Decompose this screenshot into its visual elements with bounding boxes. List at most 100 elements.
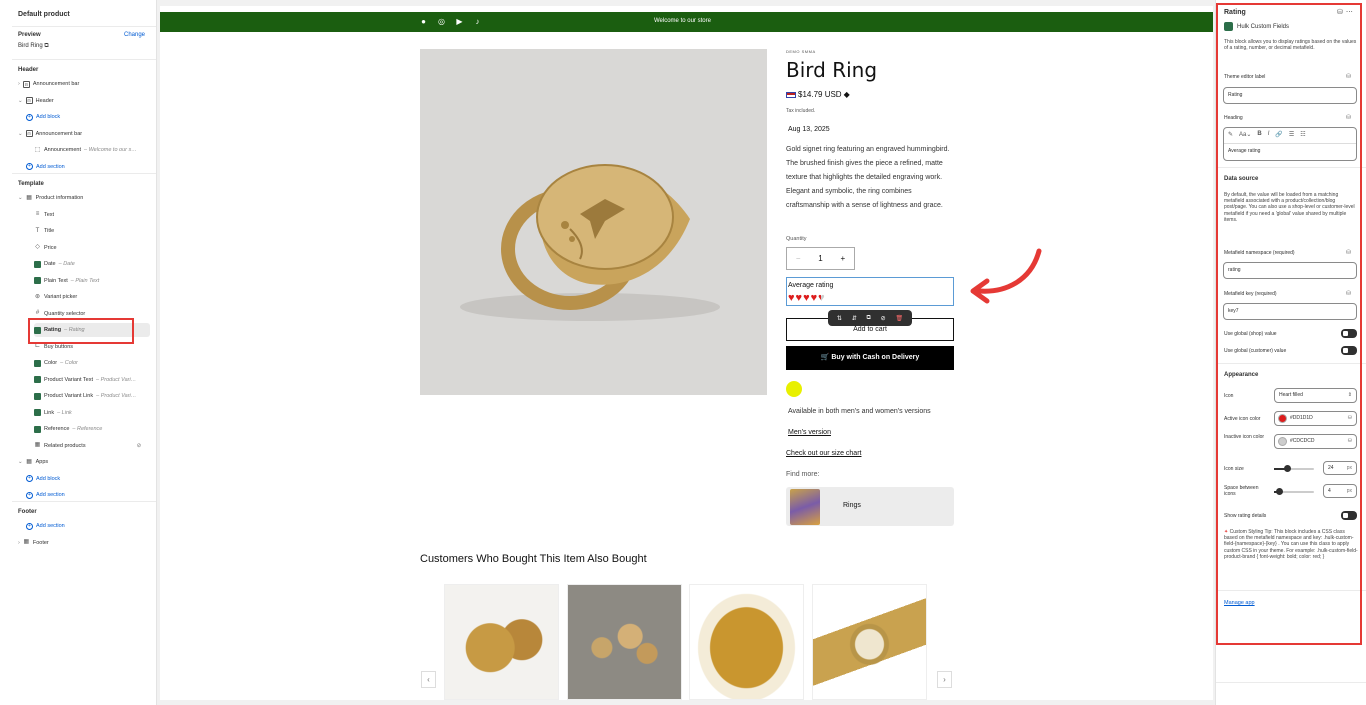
find-more-card[interactable]: Rings xyxy=(786,487,954,526)
tree-item[interactable]: Plain Text – Plain Text xyxy=(34,274,99,288)
increase-quantity-button[interactable]: + xyxy=(840,254,845,263)
external-link-icon[interactable]: ⧉ xyxy=(44,43,48,49)
active-color-input[interactable]: #DD1D1D ⛁ xyxy=(1274,411,1357,426)
space-input[interactable]: 4 px xyxy=(1323,484,1357,498)
editor-label-input[interactable]: Rating xyxy=(1223,87,1357,104)
show-details-toggle[interactable] xyxy=(1341,511,1357,520)
add-item-button[interactable]: + Add section xyxy=(26,519,65,533)
tree-item[interactable]: Reference – Reference xyxy=(34,422,102,436)
tree-item[interactable]: ≡ Text xyxy=(34,208,54,222)
dynamic-source-icon[interactable]: ⛁ xyxy=(1348,435,1352,448)
tree-item[interactable]: ◇ Price xyxy=(34,241,56,255)
size-chart-link[interactable]: Check out our size chart xyxy=(786,450,861,457)
ai-icon[interactable]: ✎ xyxy=(1228,131,1233,138)
chevron-down-icon[interactable]: ⌄ xyxy=(18,131,23,137)
move-down-icon[interactable]: ⇵ xyxy=(852,315,857,322)
inactive-color-swatch[interactable] xyxy=(1278,437,1287,446)
numbered-list-icon[interactable]: ☷ xyxy=(1300,131,1305,138)
hide-icon[interactable]: ⊘ xyxy=(881,315,886,322)
carousel-next-button[interactable]: › xyxy=(937,671,952,688)
tree-item[interactable]: ⌄ ⊟ Announcement bar xyxy=(18,127,82,141)
related-product-card[interactable] xyxy=(812,584,927,700)
slider-handle[interactable] xyxy=(1276,488,1283,495)
product-image[interactable] xyxy=(420,49,767,395)
chevron-right-icon[interactable]: › xyxy=(18,81,20,87)
carousel-prev-button[interactable]: ‹ xyxy=(421,671,436,688)
global-customer-toggle[interactable] xyxy=(1341,346,1357,355)
change-preview-link[interactable]: Change xyxy=(124,32,145,38)
chevron-down-icon[interactable]: ⌄ xyxy=(18,98,23,104)
move-up-icon[interactable]: ⇅ xyxy=(837,315,842,322)
tree-item[interactable]: ⊛ Variant picker xyxy=(34,290,77,304)
currency-dropdown-icon[interactable]: ◆ xyxy=(844,90,850,99)
mens-version-link[interactable]: Men's version xyxy=(788,429,831,436)
global-shop-toggle[interactable] xyxy=(1341,329,1357,338)
tree-item[interactable]: Color – Color xyxy=(34,356,78,370)
add-item-button[interactable]: + Add section xyxy=(26,488,65,502)
eye-slash-icon[interactable]: ⊘ xyxy=(137,443,142,449)
tree-item[interactable]: Product Variant Text – Product Vari… xyxy=(34,373,136,387)
icon-size-slider[interactable] xyxy=(1274,465,1314,472)
quantity-stepper: − 1 + xyxy=(786,247,855,270)
add-item-button[interactable]: + Add section xyxy=(26,160,65,174)
active-color-swatch[interactable] xyxy=(1278,414,1287,423)
instagram-icon[interactable]: ◎ xyxy=(437,17,446,26)
announcement-text[interactable]: Welcome to our store xyxy=(654,18,711,24)
icon-select[interactable]: Heart filled ⇕ xyxy=(1274,388,1357,403)
buy-cod-button[interactable]: 🛒 Buy with Cash on Delivery xyxy=(786,346,954,370)
chevron-down-icon[interactable]: ⌄ xyxy=(18,195,23,201)
delete-icon[interactable]: 🗑 xyxy=(895,315,903,322)
tree-item[interactable]: › ▦ Footer xyxy=(18,536,49,550)
dynamic-source-icon[interactable]: ⛁ xyxy=(1348,412,1352,425)
tree-item[interactable]: T Title xyxy=(34,224,55,238)
duplicate-icon[interactable]: ⧉ xyxy=(867,315,871,322)
tiktok-icon[interactable]: ♪ xyxy=(473,17,482,26)
more-icon[interactable]: ⋯ xyxy=(1346,8,1353,16)
tree-item[interactable]: ⌄ ▦ Apps xyxy=(18,455,48,469)
page-template-title[interactable]: Default product xyxy=(18,11,70,18)
space-slider[interactable] xyxy=(1274,488,1314,495)
related-product-card[interactable] xyxy=(567,584,682,700)
font-size-icon[interactable]: Aa⌄ xyxy=(1239,131,1251,138)
bullet-list-icon[interactable]: ☰ xyxy=(1289,131,1294,138)
italic-icon[interactable]: I xyxy=(1268,131,1270,138)
inactive-color-input[interactable]: #CDCDCD ⛁ xyxy=(1274,434,1357,449)
rating-block[interactable]: Average rating ♥ ♥ ♥ ♥ ♥ xyxy=(786,277,954,306)
heading-value[interactable]: Average rating xyxy=(1228,148,1260,154)
link-icon[interactable]: 🔗 xyxy=(1275,131,1282,138)
related-product-card[interactable] xyxy=(689,584,804,700)
add-item-button[interactable]: + Add block xyxy=(26,110,60,124)
chevron-right-icon[interactable]: › xyxy=(18,540,20,546)
facebook-icon[interactable]: ● xyxy=(419,17,428,26)
dynamic-source-icon[interactable]: ⛁ xyxy=(1346,249,1351,256)
tree-item[interactable]: Date – Date xyxy=(34,257,75,271)
key-input[interactable]: key7 xyxy=(1223,303,1357,320)
decrease-quantity-button[interactable]: − xyxy=(796,254,801,263)
tree-item-label: Link xyxy=(44,409,55,416)
quantity-value[interactable]: 1 xyxy=(818,254,822,263)
heading-richtext[interactable]: ✎ Aa⌄ B I 🔗 ☰ ☷ Average rating xyxy=(1223,127,1357,161)
namespace-input[interactable]: rating xyxy=(1223,262,1357,279)
chevron-down-icon[interactable]: ⌄ xyxy=(18,459,23,465)
bold-icon[interactable]: B xyxy=(1257,131,1261,138)
tree-item[interactable]: Product Variant Link – Product Vari… xyxy=(34,389,136,403)
tree-item[interactable]: Link – Link xyxy=(34,406,72,420)
color-swatch[interactable] xyxy=(786,381,802,397)
tree-item[interactable]: ⬚ Announcement – Welcome to our s… xyxy=(34,143,137,157)
app-name[interactable]: Hulk Custom Fields xyxy=(1237,24,1289,30)
slider-handle[interactable] xyxy=(1284,465,1291,472)
manage-app-link[interactable]: Manage app xyxy=(1224,600,1255,606)
icon-size-input[interactable]: 24 px xyxy=(1323,461,1357,475)
tree-item[interactable]: › ⊟ Announcement bar xyxy=(18,77,79,91)
database-icon[interactable]: ⛁ xyxy=(1337,8,1343,16)
tree-item[interactable]: ⌄ ▦ Product information xyxy=(18,191,83,205)
related-product-card[interactable] xyxy=(444,584,559,700)
add-item-button[interactable]: + Add block xyxy=(26,472,60,486)
dynamic-source-icon[interactable]: ⛁ xyxy=(1346,73,1351,80)
dynamic-source-icon[interactable]: ⛁ xyxy=(1346,114,1351,121)
preview-product: Bird Ring ⧉ xyxy=(18,43,49,50)
tree-item[interactable]: ▦ Related products ⊘ xyxy=(34,439,142,453)
tree-item[interactable]: ⌄ ⊟ Header xyxy=(18,94,54,108)
dynamic-source-icon[interactable]: ⛁ xyxy=(1346,290,1351,297)
youtube-icon[interactable]: ▶ xyxy=(455,17,464,26)
